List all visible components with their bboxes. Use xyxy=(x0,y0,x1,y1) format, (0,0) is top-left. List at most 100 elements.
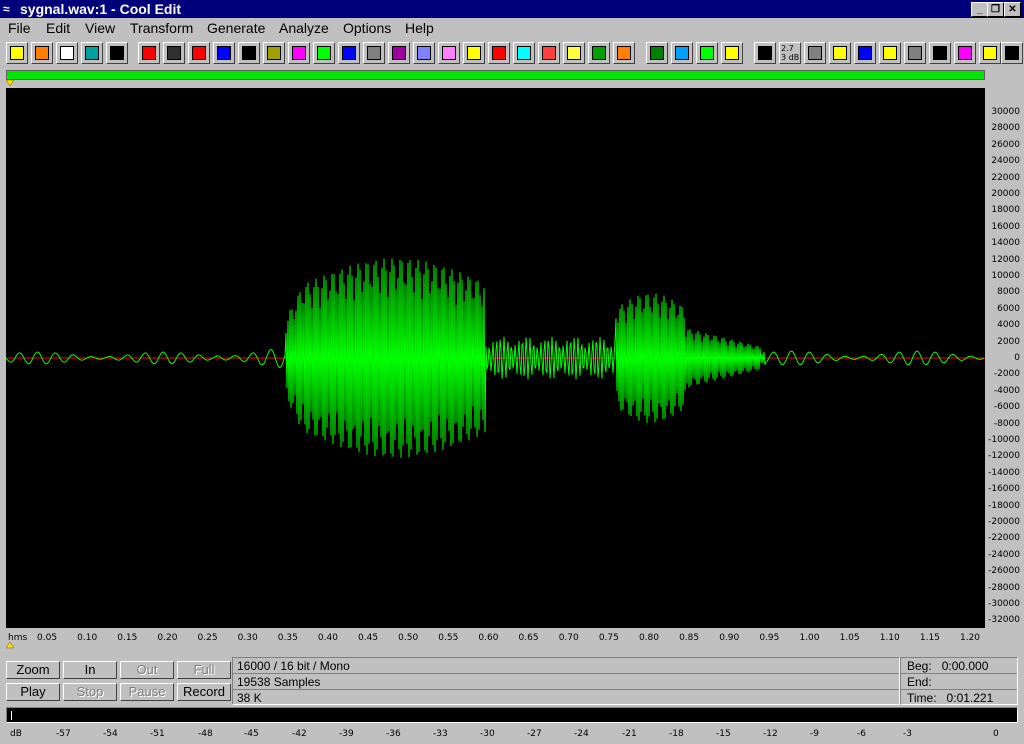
phase-icon xyxy=(725,46,739,60)
menu-view[interactable]: View xyxy=(85,20,115,36)
waveform-svg[interactable] xyxy=(5,88,985,628)
rewind-button[interactable] xyxy=(138,42,160,64)
menu-file[interactable]: File xyxy=(8,20,31,36)
chorus-button[interactable] xyxy=(538,42,560,64)
headphones-button[interactable] xyxy=(106,42,128,64)
meter-tick-label: -39 xyxy=(339,729,354,739)
meter-tick-label: -45 xyxy=(244,729,259,739)
end-marker-icon[interactable] xyxy=(4,641,16,649)
rewind-icon xyxy=(142,46,156,60)
delay-button[interactable] xyxy=(413,42,435,64)
open-button[interactable] xyxy=(31,42,53,64)
properties-button[interactable] xyxy=(81,42,103,64)
amplitude-tick-label: 14000 xyxy=(991,238,1020,249)
scan-button[interactable] xyxy=(754,42,776,64)
help-button[interactable] xyxy=(829,42,851,64)
selection-bar[interactable] xyxy=(6,70,985,80)
meter-tick-label: -12 xyxy=(763,729,778,739)
envelope-button[interactable] xyxy=(313,42,335,64)
zoom-out-button[interactable]: Out xyxy=(120,661,174,679)
begin-time: Beg: 0:00.000 xyxy=(907,659,989,673)
play-button[interactable]: Play xyxy=(6,683,60,701)
time-tick-label: 0.30 xyxy=(237,633,258,643)
start-marker-icon[interactable] xyxy=(6,80,18,88)
amplitude-tick-label: 16000 xyxy=(991,221,1020,232)
amplitude-tick-label: -12000 xyxy=(988,451,1020,462)
waveform-display[interactable] xyxy=(5,88,985,628)
meter-tick-label: -18 xyxy=(669,729,684,739)
menu-analyze[interactable]: Analyze xyxy=(279,20,329,36)
restore-button[interactable]: ❐ xyxy=(987,2,1004,17)
menu-transform[interactable]: Transform xyxy=(130,20,193,36)
echo-button[interactable] xyxy=(438,42,460,64)
zoom-button[interactable]: Zoom xyxy=(6,661,60,679)
amplitude-tick-label: 30000 xyxy=(991,107,1020,117)
format-info: 16000 / 16 bit / Mono xyxy=(237,659,350,673)
amplify-button[interactable] xyxy=(288,42,310,64)
cue-button[interactable] xyxy=(929,42,951,64)
time-tick-label: 1.10 xyxy=(879,633,900,643)
time-tick-label: 0.45 xyxy=(358,633,379,643)
reverb-button[interactable] xyxy=(588,42,610,64)
amplitude-tick-label: 6000 xyxy=(997,303,1020,314)
record-button[interactable]: Record xyxy=(177,683,231,701)
zoom-in-button[interactable]: In xyxy=(63,661,117,679)
record-dot-button[interactable] xyxy=(238,42,260,64)
silence-button[interactable] xyxy=(163,42,185,64)
list-button[interactable] xyxy=(1001,42,1023,64)
meter-tick-label: -3 xyxy=(903,729,912,739)
amplitude-tick-label: 10000 xyxy=(991,271,1020,281)
reverse-button[interactable] xyxy=(188,42,210,64)
settings-button[interactable] xyxy=(904,42,926,64)
tips-button[interactable] xyxy=(879,42,901,64)
stretch-button[interactable] xyxy=(646,42,668,64)
mixer-button[interactable] xyxy=(804,42,826,64)
phase-button[interactable] xyxy=(721,42,743,64)
chorus-icon xyxy=(542,46,556,60)
flanger-button[interactable] xyxy=(563,42,585,64)
menu-generate[interactable]: Generate xyxy=(207,20,265,36)
stop-button[interactable]: Stop xyxy=(63,683,117,701)
loop-button[interactable] xyxy=(854,42,876,64)
meter-tick-label: -42 xyxy=(292,729,307,739)
toolbar: 2.7 3 dB xyxy=(0,40,1024,68)
meter-tick-label: dB xyxy=(10,729,22,739)
window-title: sygnal.wav:1 - Cool Edit xyxy=(20,1,182,17)
app-icon[interactable]: ≈ xyxy=(3,2,10,16)
menu-edit[interactable]: Edit xyxy=(46,20,70,36)
menu-help[interactable]: Help xyxy=(405,20,434,36)
minimize-button[interactable]: _ xyxy=(971,2,988,17)
frequency-button[interactable] xyxy=(696,42,718,64)
pitch-icon xyxy=(617,46,631,60)
filter-button[interactable] xyxy=(388,42,410,64)
new-button[interactable] xyxy=(6,42,28,64)
brightness-button[interactable] xyxy=(463,42,485,64)
pitch-button[interactable] xyxy=(613,42,635,64)
amplitude-tick-label: 2000 xyxy=(997,336,1020,347)
help-icon xyxy=(833,46,847,60)
zoom-full-button[interactable]: Full xyxy=(177,661,231,679)
size-info: 38 K xyxy=(237,691,262,705)
analyze-button[interactable] xyxy=(671,42,693,64)
top-marker-ruler[interactable] xyxy=(6,80,985,88)
time-tick-label: 0.50 xyxy=(398,633,419,643)
flanger-icon xyxy=(567,46,581,60)
amplitude-tick-label: 12000 xyxy=(991,254,1020,265)
current-time: Time: 0:01.221 xyxy=(907,691,994,705)
loop-icon xyxy=(858,46,872,60)
note-button[interactable] xyxy=(213,42,235,64)
menu-options[interactable]: Options xyxy=(343,20,391,36)
spectrum-button[interactable] xyxy=(263,42,285,64)
waveform-button[interactable] xyxy=(338,42,360,64)
notes-button[interactable] xyxy=(979,42,1001,64)
filter-eq-button[interactable] xyxy=(513,42,535,64)
marker-button[interactable] xyxy=(954,42,976,64)
save-button[interactable] xyxy=(56,42,78,64)
db-button[interactable]: 2.7 3 dB xyxy=(779,42,801,64)
close-button[interactable]: ✕ xyxy=(1004,2,1021,17)
graphic-eq-button[interactable] xyxy=(488,42,510,64)
scan-icon xyxy=(758,46,772,60)
noise-button[interactable] xyxy=(363,42,385,64)
pause-button[interactable]: Pause xyxy=(120,683,174,701)
amplitude-tick-label: -30000 xyxy=(988,599,1020,609)
